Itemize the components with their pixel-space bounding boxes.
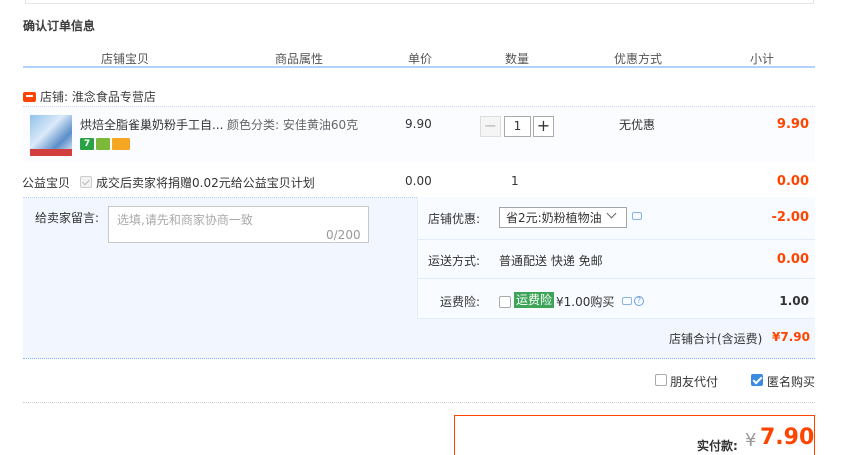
charity-text: 成交后卖家将捐赠0.02元给公益宝贝计划	[96, 176, 315, 190]
memo-placeholder: 选填,请先和商家协商一致	[117, 213, 253, 227]
shop-name[interactable]: 店铺: 淮念食品专营店	[40, 88, 156, 105]
col-header-item: 店铺宝贝	[101, 52, 150, 66]
message-icon[interactable]	[622, 297, 632, 305]
item-subtotal: 9.90	[776, 117, 809, 132]
memo-label: 给卖家留言:	[35, 211, 100, 225]
insurance-checkbox[interactable]	[499, 296, 511, 308]
qty-increase-button[interactable]: +	[533, 116, 554, 137]
shop-discount-amount: -2.00	[771, 210, 809, 225]
payment-label: 实付款:	[697, 439, 738, 453]
anonymous-checkbox[interactable]	[751, 374, 763, 386]
thumbnail-strip	[30, 149, 72, 156]
qty-decrease-button[interactable]: −	[480, 116, 501, 137]
shipping-label: 运送方式:	[427, 254, 480, 268]
col-header-attr: 商品属性	[275, 52, 324, 66]
header-divider	[23, 66, 815, 68]
top-border	[25, 0, 814, 4]
insurance-label: 运费险:	[439, 295, 480, 309]
anonymous-label[interactable]: 匿名购买	[767, 373, 815, 390]
item-promo: 无优惠	[619, 118, 656, 132]
credit-card-badge-icon[interactable]	[112, 138, 130, 150]
divider	[417, 278, 815, 279]
friend-pay-checkbox[interactable]	[655, 374, 667, 386]
insurance-amount: 1.00	[779, 294, 809, 308]
col-header-price: 单价	[408, 52, 433, 66]
payment-amount: 7.90	[760, 425, 815, 450]
charity-label: 公益宝贝	[22, 176, 71, 190]
shipping-amount: 0.00	[776, 252, 809, 267]
col-header-qty: 数量	[505, 52, 530, 66]
divider	[23, 402, 815, 403]
friend-pay-label[interactable]: 朋友代付	[670, 373, 718, 390]
divider	[417, 239, 815, 240]
shop-discount-selected: 省2元:奶粉植物油	[506, 211, 602, 225]
charity-price: 0.00	[405, 174, 432, 188]
payment-currency: ¥	[745, 430, 757, 451]
item-row	[23, 106, 815, 162]
charity-qty: 1	[511, 174, 519, 188]
insurance-tag: 运费险	[514, 292, 555, 308]
memo-char-count: 0/200	[326, 228, 361, 242]
message-icon[interactable]	[632, 212, 642, 220]
item-attribute: 颜色分类: 安佳黄油60克	[227, 118, 359, 132]
service-badge-icon[interactable]: 7	[80, 138, 94, 150]
shop-discount-label: 店铺优惠:	[427, 212, 480, 226]
item-price: 9.90	[405, 117, 432, 131]
col-header-promo: 优惠方式	[614, 52, 663, 66]
charity-subtotal: 0.00	[776, 174, 809, 189]
shop-icon	[23, 92, 36, 102]
charity-checkbox	[80, 176, 92, 188]
help-icon[interactable]: ?	[634, 296, 644, 306]
shop-total-amount: ¥7.90	[772, 330, 810, 344]
col-header-subtotal: 小计	[750, 52, 775, 66]
divider	[417, 318, 815, 319]
qty-input[interactable]: 1	[504, 116, 531, 137]
insurance-price: ¥1.00购买	[556, 295, 615, 309]
item-title-link[interactable]: 烘焙全脂雀巢奶粉手工自...	[80, 116, 226, 133]
guarantee-badge-icon[interactable]	[96, 138, 110, 150]
shipping-method: 普通配送 快递 免邮	[499, 254, 603, 268]
shop-total-label: 店铺合计(含运费)	[669, 332, 763, 346]
section-title: 确认订单信息	[23, 19, 96, 33]
